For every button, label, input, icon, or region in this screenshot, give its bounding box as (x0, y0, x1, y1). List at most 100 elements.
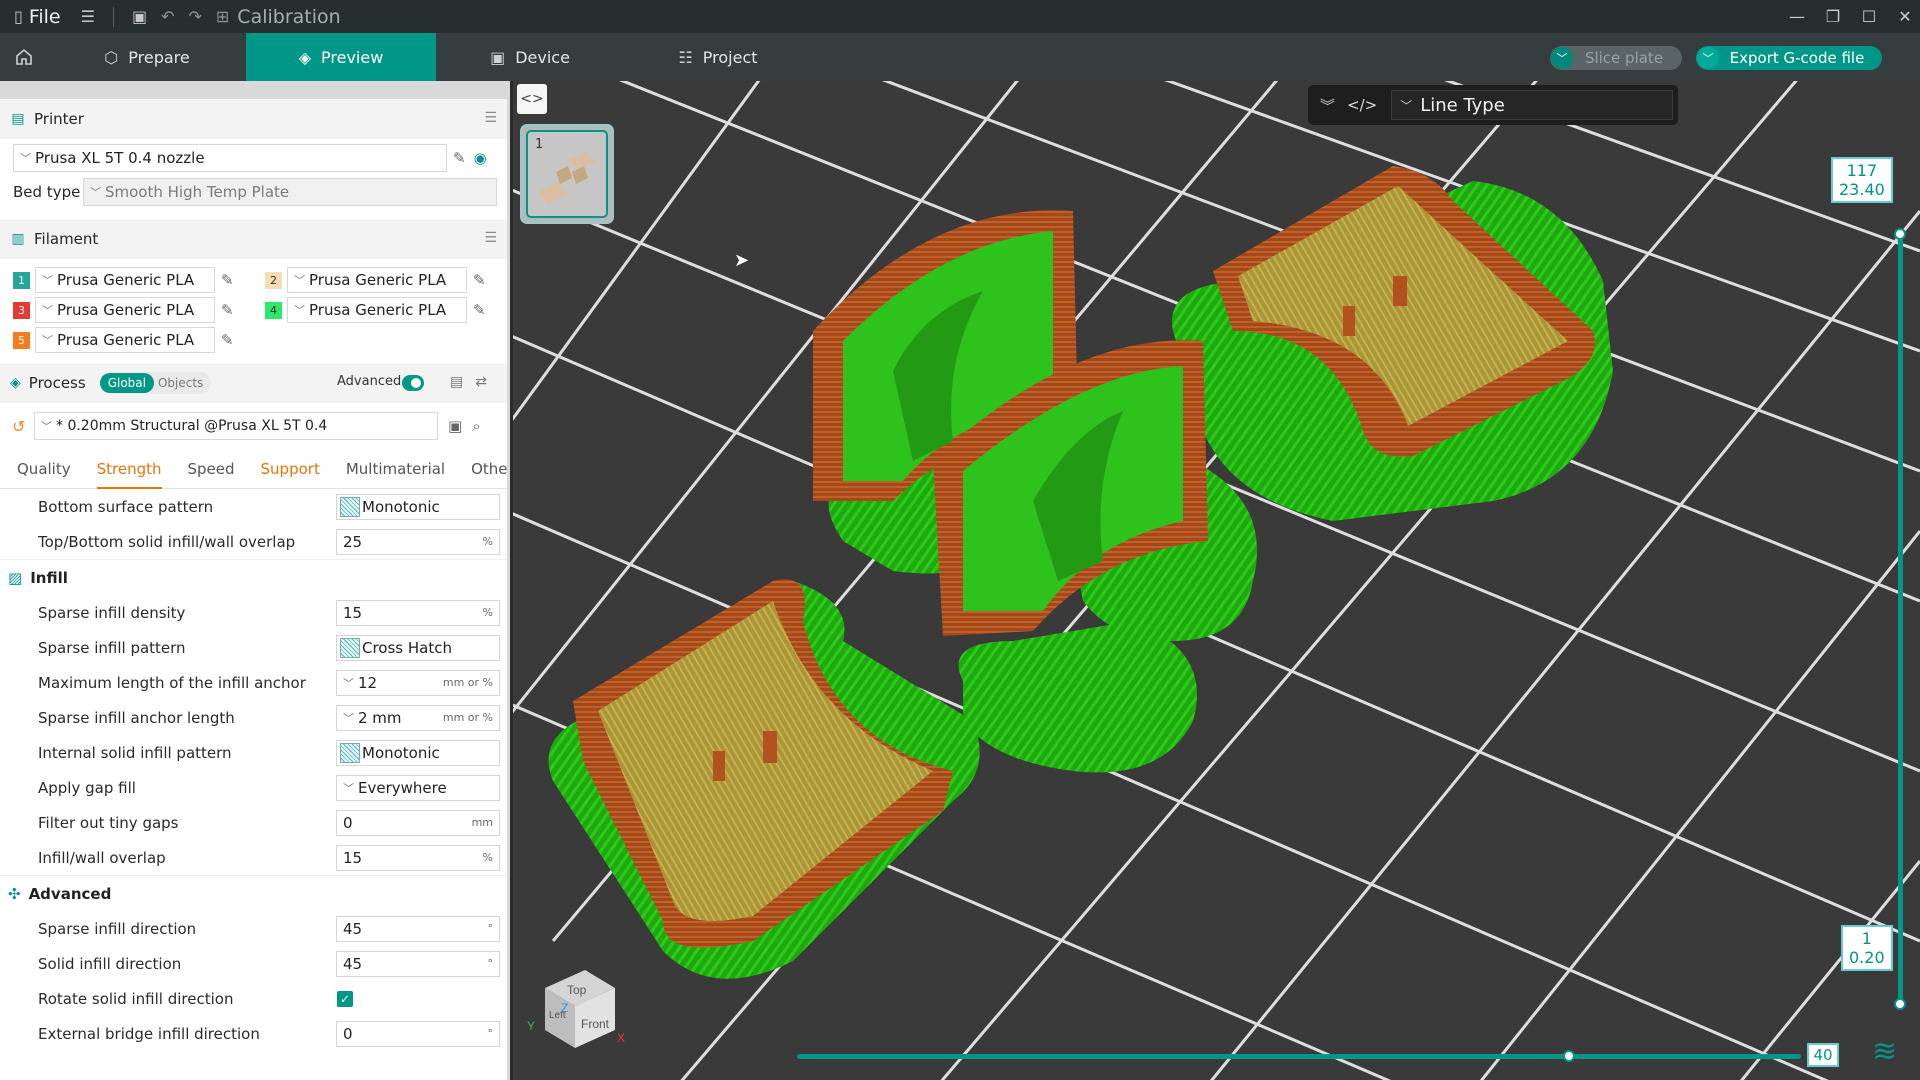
collapse-down-icon[interactable]: ︾ (1320, 95, 1335, 116)
filament-select[interactable]: ﹀ Prusa Generic PLA (35, 327, 215, 353)
printer-select[interactable]: ﹀ Prusa XL 5T 0.4 nozzle (13, 144, 447, 172)
maximize-icon[interactable]: ☐ (1854, 7, 1884, 26)
filament-item: 4 ﹀ Prusa Generic PLA ✎ (252, 297, 504, 323)
objects-toggle-option[interactable]: Objects (154, 373, 211, 393)
filament-section-header[interactable]: ▥ Filament ☰ (0, 219, 507, 259)
save-button[interactable]: ▣ (132, 8, 147, 25)
close-icon[interactable]: ✕ (1890, 7, 1920, 26)
edit-icon[interactable]: ✎ (221, 271, 234, 289)
rotate-solid-infill-checkbox[interactable]: ✓ (337, 990, 353, 1007)
tab-device[interactable]: ▣ Device (436, 33, 624, 81)
save-preset-icon[interactable]: ▣ (448, 417, 462, 435)
option-value: 15 (343, 603, 363, 622)
option-row: Rotate solid infill direction ✓ (0, 981, 507, 1016)
layers-icon[interactable]: ≋ (1872, 1034, 1912, 1074)
filament-color-swatch[interactable]: 2 (265, 271, 282, 289)
reset-icon[interactable]: ↺ (12, 417, 32, 436)
chevron-down-icon[interactable]: ﹀ (1697, 47, 1719, 69)
external-bridge-direction-input[interactable]: 0 ° (336, 1020, 500, 1047)
infill-anchor-length-combo[interactable]: ﹀ 2 mm mm or % (336, 704, 500, 731)
filament-icon: ▥ (11, 231, 25, 247)
tab-others[interactable]: Others (471, 460, 507, 478)
redo-button[interactable]: ↷ (188, 8, 201, 25)
filament-color-swatch[interactable]: 3 (13, 301, 30, 319)
filament-color-swatch[interactable]: 4 (265, 301, 282, 319)
view-navigation-cube[interactable]: Top Front Left X Y Z (523, 956, 627, 1056)
slice-plate-label: Slice plate (1584, 49, 1664, 67)
process-tool-icons[interactable]: ▤⇄ (450, 374, 499, 390)
solid-infill-direction-input[interactable]: 45 ° (336, 950, 500, 977)
sparse-infill-direction-input[interactable]: 45 ° (336, 915, 500, 942)
line-type-select[interactable]: ﹀ Line Type (1391, 90, 1674, 120)
settings-sidebar: ▤ Printer ☰ ﹀ Prusa XL 5T 0.4 nozzle ✎ ◉… (0, 81, 510, 1080)
restore-icon[interactable]: ❐ (1818, 7, 1848, 26)
internal-solid-infill-pattern-select[interactable]: Monotonic (336, 739, 500, 766)
move-slider[interactable] (797, 1054, 1801, 1059)
global-objects-toggle[interactable]: Global Objects (99, 372, 212, 394)
tab-preview[interactable]: ◈ Preview (246, 33, 436, 81)
infill-anchor-max-combo[interactable]: ﹀ 12 mm or % (336, 669, 500, 696)
move-slider-handle[interactable] (1563, 1050, 1575, 1062)
solid-wall-overlap-input[interactable]: 25% (336, 528, 500, 555)
edit-icon[interactable]: ✎ (453, 149, 466, 167)
preview-viewport[interactable]: <> 1 ︾ </> ﹀ Line Type 117 23.40 1 0.20 … (513, 81, 1920, 1080)
filament-name: Prusa Generic PLA (309, 271, 447, 289)
home-button[interactable] (0, 33, 48, 81)
tab-multimaterial[interactable]: Multimaterial (346, 460, 445, 478)
chevron-down-icon[interactable]: ﹀ (1551, 47, 1573, 69)
filament-select[interactable]: ﹀ Prusa Generic PLA (35, 267, 215, 293)
printer-icon: ▤ (11, 111, 25, 127)
edit-icon[interactable]: ✎ (221, 301, 234, 319)
bottom-surface-pattern-select[interactable]: Monotonic (336, 493, 500, 520)
layer-range-slider[interactable] (1898, 234, 1903, 1004)
option-row: Apply gap fill ﹀ Everywhere (0, 770, 507, 805)
collapse-sidebar-button[interactable]: <> (517, 84, 547, 114)
menu-button[interactable]: ☰ (81, 8, 95, 25)
sparse-infill-pattern-select[interactable]: Cross Hatch (336, 634, 500, 661)
layer-top-handle[interactable] (1894, 228, 1906, 240)
settings-sliders-icon[interactable]: ☰ (484, 110, 497, 126)
infill-wall-overlap-input[interactable]: 15% (336, 844, 500, 871)
edit-icon[interactable]: ✎ (473, 301, 486, 319)
option-value: 0 (343, 1024, 353, 1043)
tab-quality[interactable]: Quality (17, 460, 71, 478)
plate-thumbnail[interactable]: 1 (520, 124, 614, 224)
search-icon[interactable]: ⌕ (472, 417, 480, 435)
file-menu[interactable]: ▯ File (14, 6, 61, 28)
tab-preview-label: Preview (321, 47, 384, 67)
apply-gap-fill-select[interactable]: ﹀ Everywhere (336, 774, 500, 801)
option-label: Top/Bottom solid infill/wall overlap (38, 532, 296, 551)
filter-tiny-gaps-input[interactable]: 0 mm (336, 809, 500, 836)
filament-select[interactable]: ﹀ Prusa Generic PLA (287, 267, 467, 293)
tab-strength[interactable]: Strength (96, 460, 162, 489)
tab-project[interactable]: ☷ Project (624, 33, 812, 81)
option-label: Maximum length of the infill anchor (38, 673, 306, 692)
chevron-down-icon: ﹀ (1400, 98, 1413, 113)
undo-button[interactable]: ↶ (161, 8, 174, 25)
edit-icon[interactable]: ✎ (473, 271, 486, 289)
minimize-icon[interactable]: — (1782, 7, 1812, 26)
bed-type-select[interactable]: ﹀ Smooth High Temp Plate (83, 178, 497, 206)
export-gcode-button[interactable]: ﹀ Export G-code file (1696, 46, 1882, 70)
slice-plate-button[interactable]: ﹀ Slice plate (1550, 46, 1682, 70)
filament-select[interactable]: ﹀ Prusa Generic PLA (287, 297, 467, 323)
printer-section-header[interactable]: ▤ Printer ☰ (0, 99, 507, 139)
sparse-infill-density-input[interactable]: 15% (336, 599, 500, 626)
global-toggle-option[interactable]: Global (99, 373, 154, 393)
cube-icon: ⬡ (104, 47, 119, 67)
filament-select[interactable]: ﹀ Prusa Generic PLA (35, 297, 215, 323)
edit-icon[interactable]: ✎ (221, 331, 234, 349)
build-plate-scene[interactable] (513, 81, 1920, 1080)
navcube-top-label: Top (567, 983, 587, 997)
filament-color-swatch[interactable]: 5 (13, 331, 30, 349)
layer-bottom-handle[interactable] (1894, 998, 1906, 1010)
tab-support[interactable]: Support (261, 460, 320, 478)
advanced-switch[interactable] (402, 375, 424, 391)
tab-prepare[interactable]: ⬡ Prepare (48, 33, 246, 81)
filament-color-swatch[interactable]: 1 (13, 271, 30, 289)
code-icon[interactable]: </> (1347, 96, 1377, 114)
settings-sliders-icon[interactable]: ☰ (484, 230, 497, 246)
process-preset-select[interactable]: ﹀ * 0.20mm Structural @Prusa XL 5T 0.4 (34, 412, 438, 440)
wifi-icon[interactable]: ◉ (474, 149, 487, 167)
tab-speed[interactable]: Speed (188, 460, 235, 478)
